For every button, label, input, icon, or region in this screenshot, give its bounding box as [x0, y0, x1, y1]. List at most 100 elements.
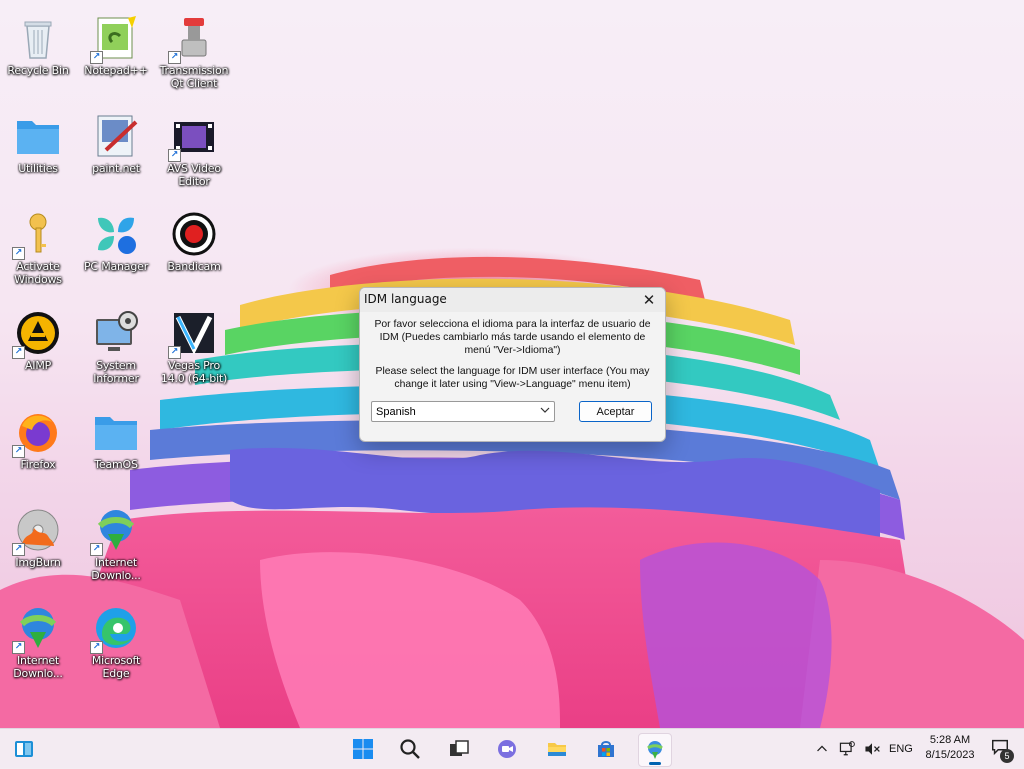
shortcut-arrow-icon: ↗ — [12, 445, 25, 458]
dialog-titlebar[interactable]: IDM language ✕ — [360, 288, 665, 312]
desktop-icon[interactable]: ↗ Firefox — [0, 402, 76, 494]
desktop-icon[interactable]: ↗ ImgBurn — [0, 500, 76, 592]
key-icon: ↗ — [12, 210, 62, 260]
bandicam-icon — [170, 210, 218, 258]
shortcut-arrow-icon: ↗ — [168, 51, 181, 64]
message-english: Please select the language for IDM user … — [375, 366, 650, 390]
search-button[interactable] — [394, 733, 426, 765]
folder-icon — [548, 743, 566, 756]
desktop-icon[interactable]: Bandicam — [156, 204, 232, 296]
imgburn-icon: ↗ — [12, 506, 62, 556]
clock-time: 5:28 AM — [929, 734, 971, 746]
shortcut-arrow-icon: ↗ — [168, 346, 181, 359]
desktop-icon-label: ImgBurn — [15, 556, 61, 569]
system-informer-icon — [92, 309, 140, 357]
transmission-icon: ↗ — [168, 14, 218, 64]
desktop-icon-label: Internet Downlo... — [13, 654, 63, 680]
language-select[interactable]: Spanish — [371, 401, 555, 422]
task-view-button[interactable] — [443, 733, 475, 765]
shortcut-arrow-icon: ↗ — [12, 641, 25, 654]
avs-video-editor-icon: ↗ — [168, 112, 218, 162]
task-view-icon — [450, 740, 469, 756]
dialog-title: IDM language — [364, 292, 447, 306]
network-button[interactable] — [836, 733, 858, 765]
close-icon[interactable]: ✕ — [639, 290, 659, 310]
desktop-icon[interactable]: ↗ AIMP — [0, 303, 76, 395]
edge-icon: ↗ — [90, 604, 140, 654]
pc-manager-icon — [92, 210, 140, 258]
desktop-icon[interactable]: ↗ AVS Video Editor — [156, 106, 232, 198]
desktop-icon[interactable]: paint.net — [78, 106, 154, 198]
idm-taskbar-button[interactable] — [638, 733, 672, 767]
desktop-icon-label: Bandicam — [167, 260, 221, 273]
shortcut-arrow-icon: ↗ — [90, 543, 103, 556]
dialog-body: Por favor selecciona el idioma para la i… — [360, 312, 665, 427]
desktop-icon[interactable]: TeamOS — [78, 402, 154, 494]
desktop-icon[interactable]: ↗ Transmission Qt Client — [156, 8, 232, 100]
folder-icon — [92, 408, 140, 456]
desktop-icon[interactable]: PC Manager — [78, 204, 154, 296]
store-icon — [598, 741, 614, 757]
accept-button[interactable]: Aceptar — [579, 401, 652, 422]
speaker-muted-icon — [865, 743, 880, 755]
widgets-icon — [15, 741, 33, 757]
desktop-icon-label: Firefox — [20, 458, 56, 471]
chevron-up-icon — [817, 745, 827, 752]
taskbar: ENG 5:28 AM 8/15/2023 5 — [0, 728, 1024, 769]
widgets-button[interactable] — [8, 733, 40, 765]
shortcut-arrow-icon: ↗ — [12, 346, 25, 359]
desktop-icon[interactable]: Utilities — [0, 106, 76, 198]
desktop-icon-label: Utilities — [18, 162, 58, 175]
dialog-controls: Spanish Aceptar — [368, 399, 657, 427]
desktop-icon-label: Microsoft Edge — [91, 654, 141, 680]
notifications-button[interactable]: 5 — [990, 735, 1016, 763]
firefox-icon: ↗ — [12, 408, 62, 458]
idm-icon: ↗ — [90, 506, 140, 556]
input-language-label: ENG — [889, 743, 913, 755]
microsoft-store-button[interactable] — [590, 733, 622, 765]
file-explorer-button[interactable] — [541, 733, 573, 765]
desktop-icon[interactable]: ↗ Internet Downlo... — [0, 598, 76, 690]
idm-icon: ↗ — [12, 604, 62, 654]
desktop-icon[interactable]: ↗ Vegas Pro 14.0 (64-bit) — [156, 303, 232, 395]
teams-button[interactable] — [491, 733, 523, 765]
desktop-icon[interactable]: ↗ Internet Downlo... — [78, 500, 154, 592]
idm-icon — [647, 741, 663, 759]
shortcut-arrow-icon: ↗ — [12, 247, 25, 260]
shortcut-arrow-icon: ↗ — [90, 641, 103, 654]
vegas-pro-icon: ↗ — [168, 309, 218, 359]
desktop-icon[interactable]: Recycle Bin — [0, 8, 76, 100]
volume-button[interactable] — [861, 733, 883, 765]
desktop-icon-label: Activate Windows — [14, 260, 62, 286]
search-icon — [400, 739, 420, 759]
network-icon — [839, 741, 855, 756]
desktop-icon[interactable]: System Informer — [78, 303, 154, 395]
folder-icon — [14, 112, 62, 160]
desktop-icon-label: Internet Downlo... — [91, 556, 141, 582]
input-language[interactable]: ENG — [889, 729, 913, 769]
notification-count-badge: 5 — [1000, 749, 1014, 763]
aimp-icon: ↗ — [12, 309, 62, 359]
desktop-icon[interactable]: ↗ Notepad++ — [78, 8, 154, 100]
desktop-icon-label: AVS Video Editor — [167, 162, 221, 188]
desktop-icon-label: AIMP — [24, 359, 52, 372]
windows-logo-icon — [353, 739, 373, 759]
shortcut-arrow-icon: ↗ — [168, 149, 181, 162]
idm-language-dialog: IDM language ✕ Por favor selecciona el i… — [359, 287, 666, 442]
desktop-icon-label: Notepad++ — [84, 64, 148, 77]
desktop-icon-label: Recycle Bin — [7, 64, 69, 77]
clock-date: 8/15/2023 — [925, 749, 975, 761]
desktop-icon-label: System Informer — [93, 359, 139, 385]
system-clock[interactable]: 5:28 AM 8/15/2023 — [918, 733, 982, 763]
notepad-plus-plus-icon: ↗ — [90, 14, 140, 64]
start-button[interactable] — [347, 733, 379, 765]
desktop-icon[interactable]: ↗ Activate Windows — [0, 204, 76, 296]
desktop-icon-label: Transmission Qt Client — [159, 64, 229, 90]
show-hidden-icons-button[interactable] — [813, 733, 831, 765]
teams-chat-icon — [498, 740, 516, 758]
message-spanish: Por favor selecciona el idioma para la i… — [374, 319, 651, 356]
desktop-icon-label: TeamOS — [94, 458, 138, 471]
desktop-icon-label: paint.net — [92, 162, 140, 175]
desktop-icon[interactable]: ↗ Microsoft Edge — [78, 598, 154, 690]
recycle-bin-icon — [14, 14, 62, 62]
